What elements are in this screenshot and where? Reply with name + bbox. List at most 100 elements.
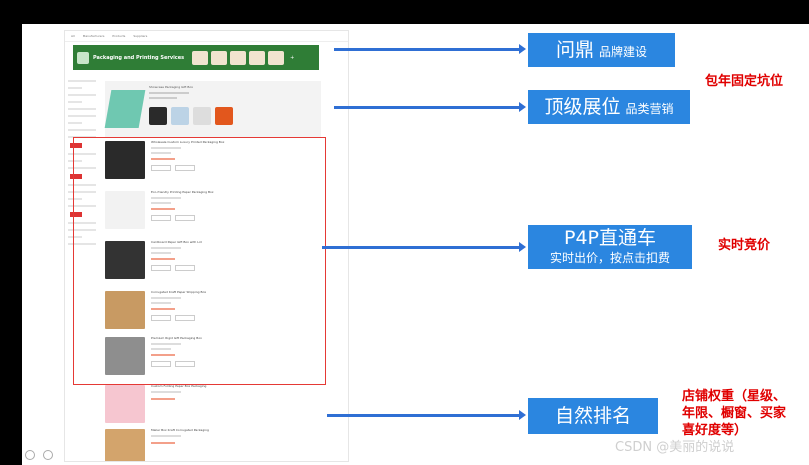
box-main-text: 问鼎	[555, 38, 594, 61]
price-line	[151, 343, 181, 345]
price-line	[151, 297, 181, 299]
contact-button[interactable]	[151, 361, 171, 367]
organic-item[interactable]: Mailer Box Kraft Corrugated Packaging	[105, 425, 319, 461]
product-title[interactable]: Cardboard Paper Gift Box with Lid	[151, 240, 202, 244]
filter-line[interactable]	[68, 122, 82, 124]
box-main-text: P4P直通车	[563, 227, 656, 249]
moq-line	[151, 202, 171, 204]
filter-line[interactable]	[68, 115, 96, 117]
chat-button[interactable]	[175, 315, 195, 321]
showcase-thumb[interactable]	[171, 107, 189, 125]
chat-button[interactable]	[175, 165, 195, 171]
filter-line[interactable]	[68, 129, 96, 131]
product-image[interactable]	[105, 385, 145, 423]
chat-button[interactable]	[175, 265, 195, 271]
nav-item[interactable]: Products	[112, 34, 125, 38]
arrow-icon	[334, 44, 526, 54]
product-title[interactable]: Custom Folding Paper Box Packaging	[151, 384, 206, 388]
showcase-thumb[interactable]	[193, 107, 211, 125]
nav-item[interactable]: Manufacturers	[83, 34, 105, 38]
product-image[interactable]	[105, 191, 145, 229]
showcase-line	[149, 92, 189, 94]
rating-line	[151, 442, 175, 444]
product-image[interactable]	[105, 291, 145, 329]
slide-controls	[25, 450, 53, 460]
label-box-natural: 自然排名	[528, 398, 658, 434]
product-title[interactable]: Mailer Box Kraft Corrugated Packaging	[151, 428, 209, 432]
chat-button[interactable]	[175, 361, 195, 367]
showcase-thumb[interactable]	[149, 107, 167, 125]
filter-line[interactable]	[68, 108, 96, 110]
sponsored-item[interactable]: Premium Rigid Gift Packaging Box	[105, 333, 319, 383]
label-box-brand: 问鼎 品牌建设	[528, 33, 675, 67]
sponsored-item[interactable]: Eco-friendly Printing Paper Packaging Bo…	[105, 187, 319, 237]
arrow-icon	[334, 102, 526, 112]
rating-line	[151, 308, 175, 310]
top-nav: All Manufacturers Products Suppliers	[65, 31, 348, 42]
organic-item[interactable]: Custom Folding Paper Box Packaging	[105, 381, 319, 431]
thumbnail[interactable]	[249, 50, 266, 65]
showcase-title[interactable]: Showcase Packaging Gift Box	[149, 85, 193, 89]
product-image[interactable]	[105, 429, 145, 461]
banner-thumbnails	[192, 50, 285, 65]
moq-line	[151, 302, 171, 304]
showcase-line	[149, 97, 177, 99]
contact-button[interactable]	[151, 315, 171, 321]
box-main-text: 自然排名	[554, 404, 631, 427]
product-image[interactable]	[105, 241, 145, 279]
contact-button[interactable]	[151, 165, 171, 171]
note-realtime-bid: 实时竞价	[718, 238, 771, 253]
price-line	[151, 147, 181, 149]
moq-line	[151, 252, 171, 254]
filter-line[interactable]	[68, 87, 82, 89]
slide: All Manufacturers Products Suppliers Pac…	[22, 24, 809, 465]
note-shop-weight: 店铺权重（星级、 年限、橱窗、买家 喜好度等）	[682, 389, 787, 438]
box-sub-text: 品类营销	[625, 101, 674, 116]
thumbnail[interactable]	[230, 50, 247, 65]
contact-button[interactable]	[151, 265, 171, 271]
more-icon[interactable]: +	[290, 55, 294, 61]
rating-line	[151, 258, 175, 260]
arrow-icon	[322, 242, 526, 252]
prev-slide-icon[interactable]	[25, 450, 35, 460]
product-title[interactable]: Corrugated Kraft Paper Shipping Box	[151, 290, 206, 294]
contact-button[interactable]	[151, 215, 171, 221]
product-title[interactable]: Wholesale Custom Luxury Printed Packagin…	[151, 140, 224, 144]
rating-line	[151, 158, 175, 160]
thumbnail[interactable]	[211, 50, 228, 65]
label-box-showcase: 顶级展位 品类营销	[528, 90, 690, 124]
watermark: CSDN @美丽的说说	[615, 440, 735, 455]
moq-line	[151, 152, 171, 154]
showcase-image[interactable]	[104, 90, 146, 128]
moq-line	[151, 348, 171, 350]
sponsored-item[interactable]: Cardboard Paper Gift Box with Lid	[105, 237, 319, 287]
thumbnail[interactable]	[268, 50, 285, 65]
label-box-p4p: P4P直通车 实时出价，按点击扣费	[528, 225, 692, 269]
marketplace-screenshot: All Manufacturers Products Suppliers Pac…	[64, 30, 349, 462]
filter-line[interactable]	[68, 80, 96, 82]
filter-line[interactable]	[68, 101, 82, 103]
sponsored-item[interactable]: Wholesale Custom Luxury Printed Packagin…	[105, 137, 319, 187]
sponsored-item[interactable]: Corrugated Kraft Paper Shipping Box	[105, 287, 319, 337]
rating-line	[151, 208, 175, 210]
rating-line	[151, 398, 175, 400]
next-slide-icon[interactable]	[43, 450, 53, 460]
price-line	[151, 435, 181, 437]
chat-button[interactable]	[175, 215, 195, 221]
product-title[interactable]: Eco-friendly Printing Paper Packaging Bo…	[151, 190, 214, 194]
price-line	[151, 247, 181, 249]
thumbnail[interactable]	[192, 50, 209, 65]
filter-line[interactable]	[68, 94, 96, 96]
product-image[interactable]	[105, 337, 145, 375]
nav-item[interactable]: All	[71, 34, 75, 38]
showcase-thumb[interactable]	[215, 107, 233, 125]
product-title[interactable]: Premium Rigid Gift Packaging Box	[151, 336, 202, 340]
box-main-text: 顶级展位	[544, 95, 621, 118]
nav-item[interactable]: Suppliers	[133, 34, 147, 38]
box-sub-text: 品牌建设	[599, 44, 648, 59]
brand-banner[interactable]: Packaging and Printing Services +	[73, 45, 319, 70]
top-showcase[interactable]: Showcase Packaging Gift Box	[104, 81, 321, 137]
rating-line	[151, 354, 175, 356]
product-image[interactable]	[105, 141, 145, 179]
note-fixed-slot: 包年固定坑位	[705, 74, 784, 89]
